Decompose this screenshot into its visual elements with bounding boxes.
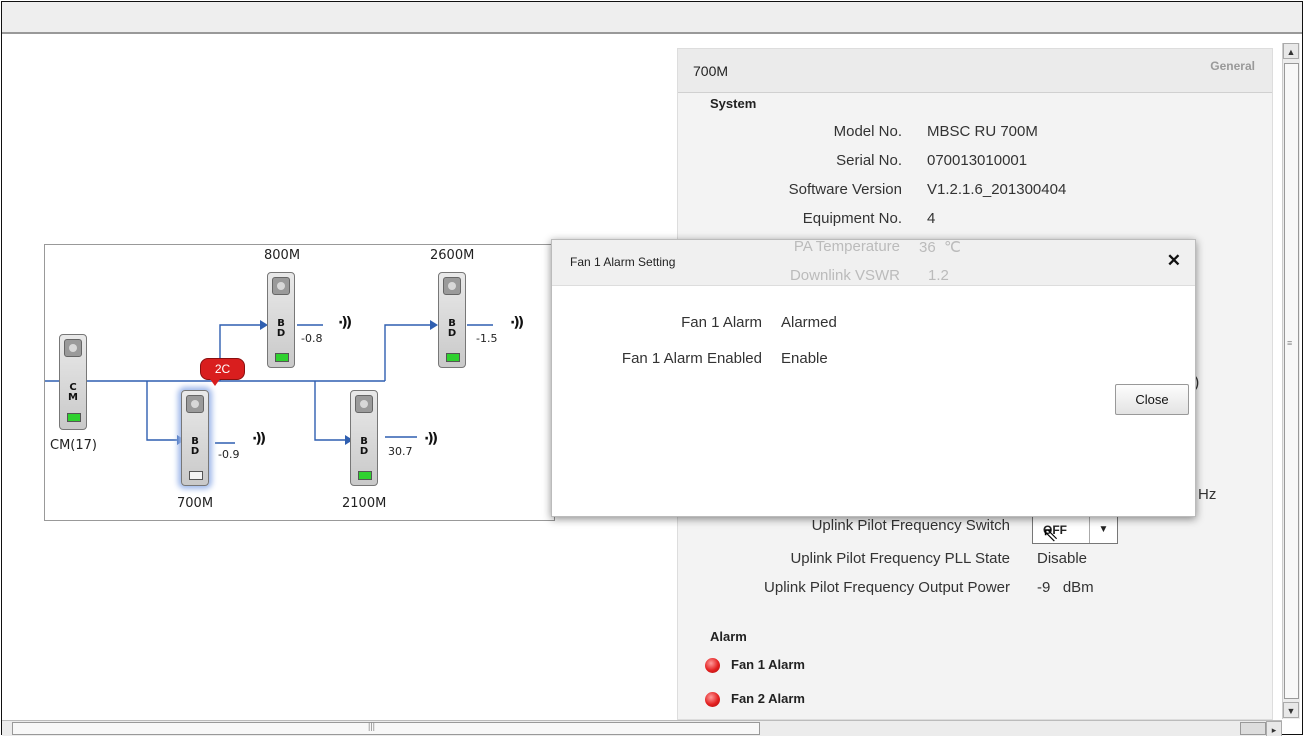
fan1-alarm-enabled-label: Fan 1 Alarm Enabled [621, 350, 762, 367]
pilot-output-power-value: -9 dBm [1037, 579, 1094, 596]
tab-general[interactable]: General [1210, 59, 1255, 73]
cm-device[interactable]: C M [59, 334, 87, 430]
module-letters-2600m: B D [447, 318, 457, 339]
vertical-scrollbar[interactable]: ▲ ≡ ▼ [1282, 43, 1300, 719]
module-value-2100m: 30.7 [388, 445, 413, 458]
model-no-label: Model No. [833, 123, 902, 140]
close-button[interactable]: Close [1115, 384, 1189, 415]
scroll-grip-icon: ≡ [1287, 338, 1293, 348]
module-label-2600m: 2600M [430, 248, 475, 263]
alarm-item-fan2[interactable]: Fan 2 Alarm [705, 691, 805, 708]
pilot-switch-label: Uplink Pilot Frequency Switch [811, 517, 1010, 534]
module-letters-2100m: B D [359, 436, 369, 457]
vertical-scroll-thumb[interactable] [1284, 63, 1299, 699]
module-label-700m: 700M [177, 496, 214, 511]
alarm-section-heading: Alarm [710, 629, 747, 644]
antenna-icon: ·)) [338, 315, 352, 331]
fan-icon [355, 395, 373, 413]
fan-icon [443, 277, 461, 295]
cm-device-label: CM(17) [50, 438, 97, 453]
module-value-2600m: -1.5 [476, 332, 498, 345]
system-section-heading: System [710, 96, 757, 111]
pilot-pll-state-label: Uplink Pilot Frequency PLL State [790, 550, 1010, 567]
pa-temperature-label: PA Temperature [793, 238, 900, 255]
status-led-800m [275, 353, 289, 362]
alarm-item-label: Fan 1 Alarm [731, 657, 805, 672]
serial-no-value: 070013010001 [927, 152, 1028, 169]
scroll-up-icon[interactable]: ▲ [1283, 43, 1299, 59]
chevron-down-icon[interactable]: ▼ [1089, 517, 1117, 543]
fan-icon [64, 339, 82, 357]
panel-header: 700M General [678, 49, 1272, 93]
fan-alarm-setting-dialog: Fan 1 Alarm Setting PA Temperature 36 ℃ … [551, 238, 1196, 517]
status-led-700m [189, 471, 203, 480]
dialog-header: Fan 1 Alarm Setting PA Temperature 36 ℃ … [552, 238, 1195, 286]
fan1-alarm-label: Fan 1 Alarm [681, 314, 762, 331]
pa-temperature-value: 36 ℃ [919, 239, 961, 256]
serial-no-label: Serial No. [836, 152, 902, 169]
downlink-vswr-label: Downlink VSWR [789, 267, 900, 284]
mouse-cursor-icon: ⇖ [1042, 524, 1059, 546]
status-led-2600m [446, 353, 460, 362]
cm-status-led [67, 413, 81, 422]
alarm-count-bubble[interactable]: 2C [200, 358, 245, 386]
alarm-item-fan1[interactable]: Fan 1 Alarm [705, 657, 805, 674]
equipment-no-value: 4 [927, 210, 936, 227]
fan-icon [272, 277, 290, 295]
app-window: C M CM(17) 800M B D -0.8 ·)) 2600M B D -… [1, 1, 1303, 736]
topology-links [45, 320, 493, 445]
topology-diagram [44, 244, 555, 521]
top-toolbar [2, 2, 1302, 34]
panel-title: 700M [693, 63, 729, 79]
alarm-indicator-icon [705, 658, 720, 674]
module-letters-700m: B D [190, 436, 200, 457]
equipment-no-label: Equipment No. [802, 210, 902, 227]
module-device-800m[interactable]: B D [267, 272, 295, 368]
close-icon[interactable]: ✕ [1167, 251, 1181, 271]
module-value-800m: -0.8 [301, 332, 323, 345]
cm-device-letters: C M [68, 382, 78, 403]
horizontal-scrollbar[interactable]: ||| ▸ [2, 720, 1282, 736]
model-no-value: MBSC RU 700M [927, 123, 1038, 140]
alarm-item-label: Fan 2 Alarm [731, 691, 805, 706]
partial-hz-text: Hz [1198, 486, 1217, 503]
software-version-label: Software Version [788, 181, 902, 198]
module-device-2100m[interactable]: B D [350, 390, 378, 486]
scroll-right-icon[interactable]: ▸ [1266, 721, 1282, 736]
horizontal-scroll-thumb-secondary[interactable] [1240, 722, 1266, 735]
module-letters-800m: B D [276, 318, 286, 339]
antenna-icon: ·)) [510, 315, 524, 331]
antenna-icon: ·)) [424, 431, 438, 447]
module-label-2100m: 2100M [342, 496, 387, 511]
module-device-2600m[interactable]: B D [438, 272, 466, 368]
scroll-grip-icon: ||| [368, 721, 376, 731]
fan1-alarm-value: Alarmed [781, 314, 837, 331]
dialog-title: Fan 1 Alarm Setting [570, 255, 676, 269]
software-version-value: V1.2.1.6_201300404 [927, 181, 1067, 198]
downlink-vswr-value: 1.2 [928, 267, 949, 284]
fan1-alarm-enabled-value: Enable [781, 350, 828, 367]
module-device-700m[interactable]: B D [181, 390, 209, 486]
module-value-700m: -0.9 [218, 448, 240, 461]
module-label-800m: 800M [264, 248, 301, 263]
alarm-indicator-icon [705, 692, 720, 708]
pilot-output-power-label: Uplink Pilot Frequency Output Power [764, 579, 1010, 596]
horizontal-scroll-thumb[interactable] [12, 722, 760, 735]
pilot-pll-state-value: Disable [1037, 550, 1088, 567]
fan-icon [186, 395, 204, 413]
status-led-2100m [358, 471, 372, 480]
scroll-down-icon[interactable]: ▼ [1283, 702, 1299, 718]
antenna-icon: ·)) [252, 431, 266, 447]
